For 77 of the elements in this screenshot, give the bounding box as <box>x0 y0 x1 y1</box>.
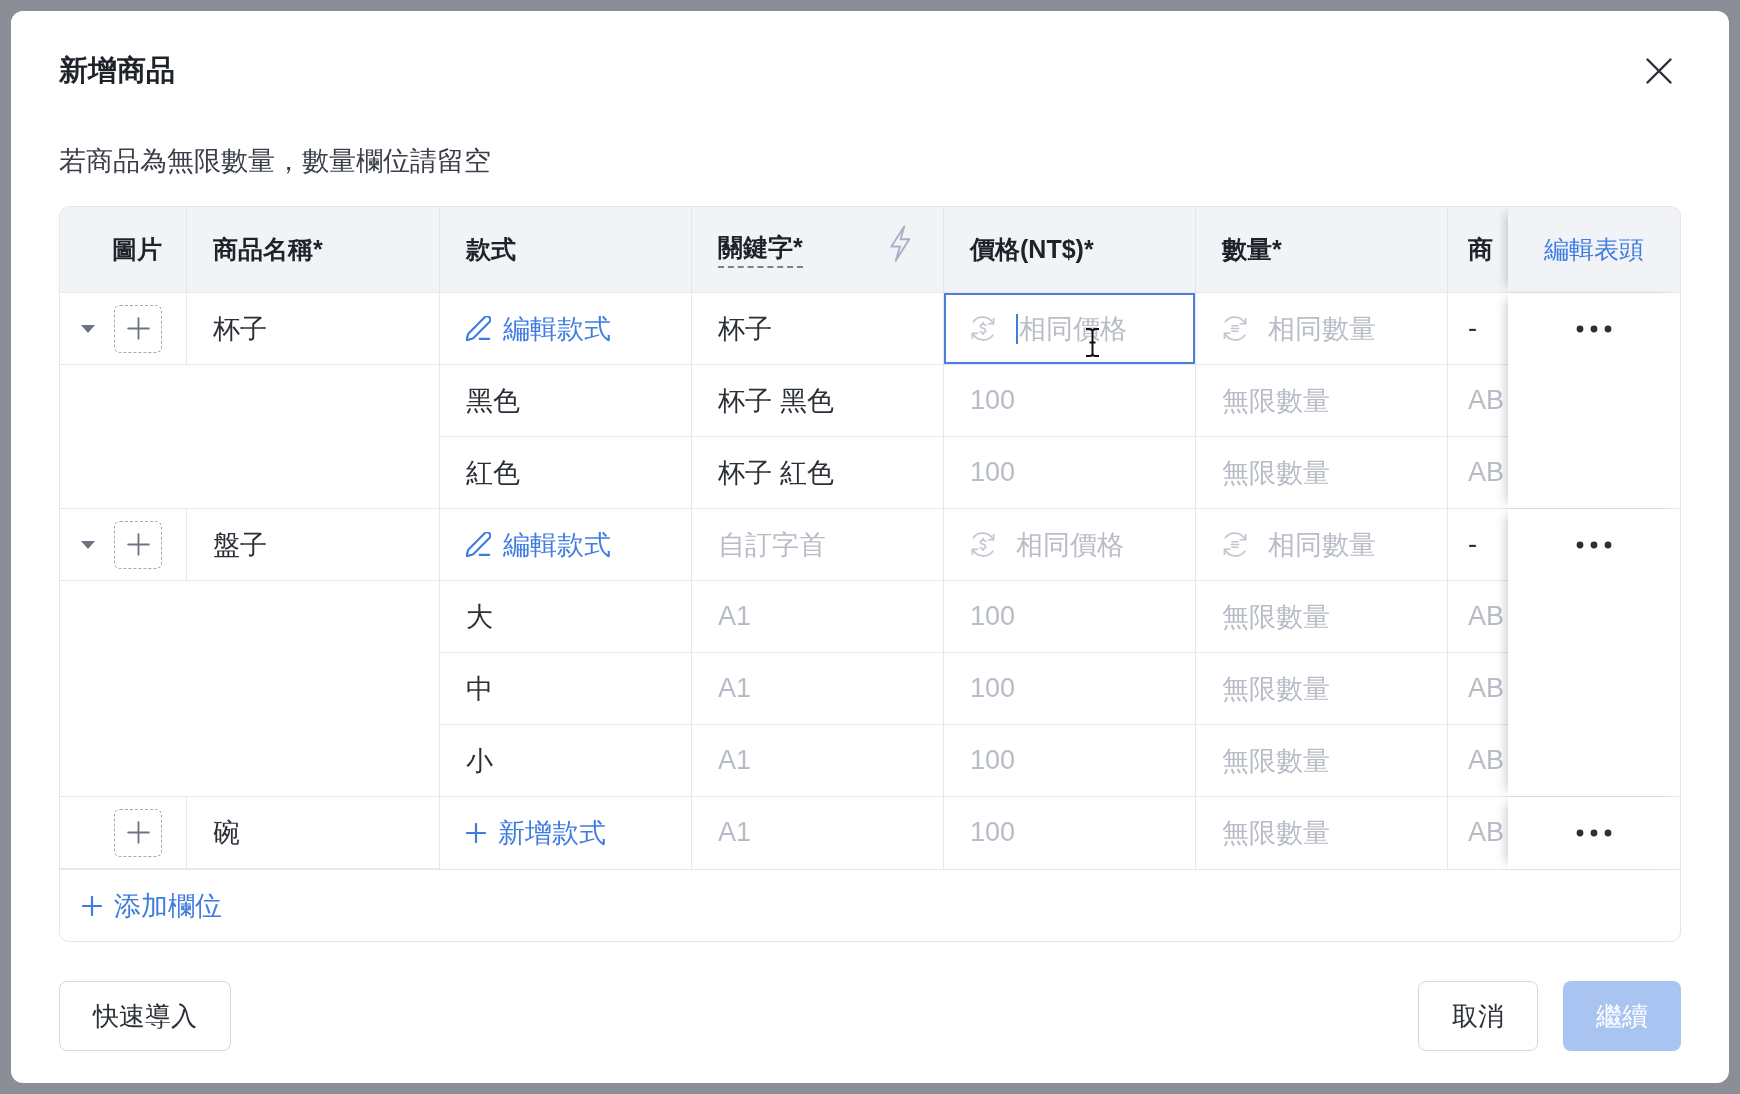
column-header: 關鍵字* <box>718 231 803 268</box>
quantity-field[interactable]: 無限數量 <box>1196 365 1448 436</box>
quantity-field[interactable]: 無限數量 <box>1196 725 1448 796</box>
variant-name: 黑色 <box>466 384 520 418</box>
keyword-field[interactable]: A1 <box>692 797 944 868</box>
column-header: 商 <box>1468 234 1493 265</box>
input-field[interactable]: - <box>1448 509 1508 580</box>
input-field[interactable]: - <box>1448 293 1508 364</box>
price-field[interactable]: 相同價格 <box>944 293 1196 364</box>
name-field[interactable]: 杯子 <box>187 293 439 364</box>
keyword-field[interactable]: 杯子 <box>692 293 944 364</box>
keyword-field[interactable]: 杯子 紅色 <box>692 437 944 508</box>
text-caret-icon <box>1016 313 1018 344</box>
keyword-field[interactable]: A1 <box>692 581 944 652</box>
quantity-field[interactable]: 無限數量 <box>1196 437 1448 508</box>
footer-button[interactable]: 取消 <box>1418 981 1538 1051</box>
pencil-icon <box>466 532 491 557</box>
sync-dollar-icon <box>970 315 996 342</box>
ellipsis-icon <box>1576 324 1612 333</box>
price-field[interactable]: 100 <box>944 365 1196 436</box>
variant-name: 紅色 <box>466 456 520 490</box>
input-field[interactable]: AB <box>1448 725 1508 796</box>
input-field[interactable]: AB <box>1448 437 1508 508</box>
quantity-field[interactable]: 相同數量 <box>1196 293 1448 364</box>
keyword-field[interactable]: 自訂字首 <box>692 509 944 580</box>
add-field-link[interactable]: 添加欄位 <box>82 887 222 924</box>
sync-lines-icon <box>1222 315 1248 342</box>
footer-button[interactable]: 快速導入 <box>59 981 231 1051</box>
quantity-field[interactable]: 無限數量 <box>1196 653 1448 724</box>
keyword-field[interactable]: A1 <box>692 725 944 796</box>
sync-dollar-icon <box>970 531 996 558</box>
column-header: 價格(NT$)* <box>970 234 1094 265</box>
plus-icon <box>82 895 102 916</box>
keyword-field[interactable]: 杯子 黑色 <box>692 365 944 436</box>
sync-lines-icon <box>1222 531 1248 558</box>
edit-styles-link[interactable]: 編輯款式 <box>466 310 611 347</box>
input-field[interactable]: AB <box>1448 365 1508 436</box>
plus-icon <box>126 317 150 340</box>
column-header: 商品名稱* <box>213 234 323 265</box>
variant-name: 小 <box>466 744 493 778</box>
keyword-field[interactable]: A1 <box>692 653 944 724</box>
price-field[interactable]: 100 <box>944 797 1196 868</box>
edit-styles-link[interactable]: 編輯款式 <box>466 526 611 563</box>
input-field[interactable]: AB <box>1448 797 1508 868</box>
add-style-link[interactable]: 新增款式 <box>466 814 606 851</box>
caret-down-icon[interactable] <box>81 324 95 333</box>
edit-header-link[interactable]: 編輯表頭 <box>1544 233 1644 266</box>
column-header: 圖片 <box>112 234 162 265</box>
add-image-button[interactable] <box>114 304 162 353</box>
plus-icon <box>126 821 150 844</box>
column-header: 款式 <box>466 234 516 265</box>
variant-name: 中 <box>466 672 493 706</box>
quantity-field[interactable]: 無限數量 <box>1196 581 1448 652</box>
plus-icon <box>466 822 486 843</box>
caret-down-icon[interactable] <box>81 540 95 549</box>
add-image-button[interactable] <box>114 808 162 857</box>
plus-icon <box>126 533 150 556</box>
price-field[interactable]: 相同價格 <box>944 509 1196 580</box>
quantity-field[interactable]: 相同數量 <box>1196 509 1448 580</box>
quantity-field[interactable]: 無限數量 <box>1196 797 1448 868</box>
price-field[interactable]: 100 <box>944 437 1196 508</box>
dialog-title: 新增商品 <box>59 53 175 88</box>
ellipsis-icon <box>1576 540 1612 549</box>
column-header: 數量* <box>1222 234 1282 265</box>
input-field[interactable]: AB <box>1448 581 1508 652</box>
variant-name: 大 <box>466 600 493 634</box>
add-image-button[interactable] <box>114 520 162 569</box>
name-field[interactable]: 盤子 <box>187 509 439 580</box>
price-field[interactable]: 100 <box>944 581 1196 652</box>
hint-text: 若商品為無限數量，數量欄位請留空 <box>59 145 492 178</box>
price-field[interactable]: 100 <box>944 653 1196 724</box>
pencil-icon <box>466 316 491 341</box>
input-field[interactable]: AB <box>1448 653 1508 724</box>
ellipsis-icon <box>1576 828 1612 837</box>
close-icon <box>1646 58 1672 84</box>
name-field[interactable]: 碗 <box>187 797 439 868</box>
price-field[interactable]: 100 <box>944 725 1196 796</box>
